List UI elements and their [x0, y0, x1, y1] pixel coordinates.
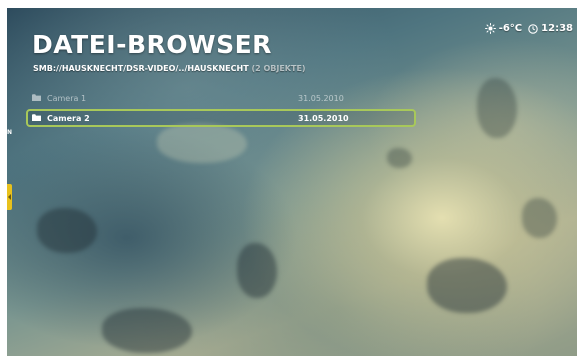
background-blob — [522, 198, 557, 238]
clock-time: 12:38 — [541, 23, 573, 34]
status-bar: -6°C 12:38 — [484, 23, 573, 34]
clock-icon — [528, 23, 538, 34]
background-blob — [37, 208, 97, 253]
breadcrumb-path: SMB://HAUSKNECHT/DSR-VIDEO/../HAUSKNECHT — [33, 64, 249, 73]
background-blob — [237, 243, 277, 298]
side-menu-tab[interactable] — [7, 184, 12, 210]
folder-icon — [32, 93, 41, 103]
arrow-left-icon — [8, 194, 11, 200]
page-title: DATEI-BROWSER — [32, 30, 272, 59]
file-name: Camera 2 — [47, 113, 90, 123]
background-blob — [387, 148, 412, 168]
file-list: Camera 1 31.05.2010 Camera 2 31.05.2010 — [26, 89, 416, 127]
file-date: 31.05.2010 — [298, 113, 349, 123]
file-name: Camera 1 — [47, 93, 87, 103]
sun-icon — [484, 23, 496, 34]
temperature: -6°C — [498, 23, 523, 34]
list-item-selected[interactable]: Camera 2 31.05.2010 — [26, 109, 416, 127]
background-blob — [427, 258, 507, 313]
side-indicator-letter: N — [7, 129, 13, 136]
background-blob — [102, 308, 192, 353]
file-date: 31.05.2010 — [298, 93, 344, 103]
list-item[interactable]: Camera 1 31.05.2010 — [26, 89, 416, 107]
object-count: (2 OBJEKTE) — [251, 64, 306, 73]
background-blob — [477, 78, 517, 138]
folder-icon — [32, 113, 41, 123]
breadcrumb: SMB://HAUSKNECHT/DSR-VIDEO/../HAUSKNECHT… — [33, 64, 306, 73]
media-center-screen: DATEI-BROWSER SMB://HAUSKNECHT/DSR-VIDEO… — [7, 8, 577, 356]
background-blob — [157, 123, 247, 163]
